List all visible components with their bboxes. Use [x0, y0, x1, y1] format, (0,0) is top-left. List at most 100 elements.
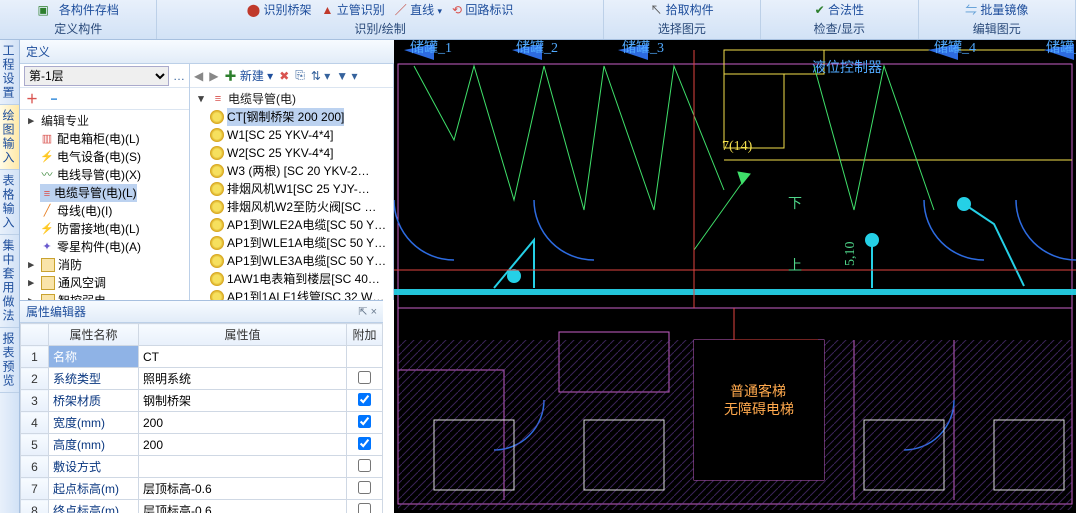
prop-idx: 2 [21, 368, 49, 390]
nav-fwd-icon[interactable]: ▶ [209, 69, 218, 83]
new-btn[interactable]: ✚ 新建 ▾ [224, 67, 273, 84]
prop-value[interactable]: 200 [139, 412, 347, 434]
mid-item[interactable]: 排烟风机W1[SC 25 YJY-… [210, 180, 391, 198]
prop-extra-checkbox[interactable] [358, 437, 371, 450]
vtab-report[interactable]: 报表预览 [0, 328, 19, 393]
prop-extra-checkbox[interactable] [358, 459, 371, 472]
prop-value[interactable]: 钢制桥架 [139, 390, 347, 412]
prop-idx: 4 [21, 412, 49, 434]
archive-label[interactable]: 各构件存档 [59, 1, 119, 18]
prop-name[interactable]: 终点标高(m) [49, 500, 139, 514]
delete-icon[interactable]: ✖ [279, 69, 289, 83]
prop-row[interactable]: 1名称CT [21, 346, 383, 368]
tree-folder[interactable]: ▸通风空调 [24, 274, 187, 292]
prop-extra[interactable] [347, 368, 383, 390]
tree-item[interactable]: ✦零星构件(电)(A) [40, 238, 187, 256]
vtab-draw[interactable]: 绘图输入 [0, 105, 19, 170]
prop-value[interactable]: 照明系统 [139, 368, 347, 390]
prop-extra[interactable] [347, 500, 383, 514]
identify-bridge-btn[interactable]: ⬤ 识别桥架 [247, 1, 312, 18]
prop-value[interactable]: 200 [139, 434, 347, 456]
prop-name[interactable]: 宽度(mm) [49, 412, 139, 434]
mid-item[interactable]: AP1到WLE3A电缆[SC 50 Y… [210, 252, 391, 270]
tree-folder[interactable]: ▸消防 [24, 256, 187, 274]
prop-name[interactable]: 起点标高(m) [49, 478, 139, 500]
mid-item[interactable]: 1AW1电表箱到楼层[SC 40… [210, 270, 391, 288]
prop-extra[interactable] [347, 346, 383, 368]
cad-viewport[interactable]: 储罐_1 储罐_2 储罐_3 储罐_4 储罐_ 液位控制器 7(14) 下 上 … [394, 40, 1076, 513]
sort-icon[interactable]: ⇅ ▾ [311, 69, 330, 83]
mid-item[interactable]: AP1到WLE2A电缆[SC 50 Y… [210, 216, 391, 234]
mid-item[interactable]: 排烟风机W2至防火阀[SC … [210, 198, 391, 216]
tree-expand-icon[interactable]: ＋ [24, 91, 40, 107]
vtab-apply[interactable]: 集中套用做法 [0, 235, 19, 328]
tree-item[interactable]: ⚡防雷接地(电)(L) [40, 220, 187, 238]
up-label: 上 [788, 258, 802, 274]
archive-icon[interactable]: ▣ [38, 3, 49, 17]
validity-btn[interactable]: ✔ 合法性 [815, 1, 864, 18]
mid-item[interactable]: W3 (两根) [SC 20 YKV-2… [210, 162, 391, 180]
copy-icon[interactable]: ⎘ [295, 68, 305, 83]
mid-item[interactable]: CT[钢制桥架 200 200] [210, 108, 391, 126]
prop-row[interactable]: 5高度(mm)200 [21, 434, 383, 456]
tree-item[interactable]: ≡电缆导管(电)(L) [40, 184, 187, 202]
tree-item[interactable]: ╱母线(电)(I) [40, 202, 187, 220]
prop-name[interactable]: 高度(mm) [49, 434, 139, 456]
left-tree[interactable]: ▸编辑专业 ▥配电箱柜(电)(L) ⚡电气设备(电)(S) 〰电线导管(电)(X… [20, 110, 189, 300]
line-btn[interactable]: ／ 直线 ▾ [395, 1, 442, 18]
col-extra: 附加 [347, 324, 383, 346]
floor-expand-icon[interactable]: … [173, 69, 185, 83]
tree-item[interactable]: 〰电线导管(电)(X) [40, 166, 187, 184]
prop-row[interactable]: 8终点标高(m)层顶标高-0.6 [21, 500, 383, 514]
prop-extra[interactable] [347, 412, 383, 434]
mid-item[interactable]: AP1到WLE1A电缆[SC 50 Y… [210, 234, 391, 252]
prop-row[interactable]: 6敷设方式 [21, 456, 383, 478]
tree-item[interactable]: ▥配电箱柜(电)(L) [40, 130, 187, 148]
prop-value[interactable] [139, 456, 347, 478]
prop-row[interactable]: 2系统类型照明系统 [21, 368, 383, 390]
prop-extra-checkbox[interactable] [358, 481, 371, 494]
floor-select[interactable]: 第-1层 [24, 66, 169, 86]
prop-extra-checkbox[interactable] [358, 393, 371, 406]
tree-collapse-icon[interactable]: − [46, 91, 62, 107]
prop-row[interactable]: 3桥架材质钢制桥架 [21, 390, 383, 412]
prop-extra-checkbox[interactable] [358, 371, 371, 384]
col-index [21, 324, 49, 346]
pick-btn[interactable]: ↖ 拾取构件 [650, 1, 713, 18]
vtab-table[interactable]: 表格输入 [0, 170, 19, 235]
prop-extra[interactable] [347, 456, 383, 478]
mid-item[interactable]: W1[SC 25 YKV-4*4] [210, 126, 391, 144]
mid-tree[interactable]: ▾≡电缆导管(电) CT[钢制桥架 200 200]W1[SC 25 YKV-4… [190, 88, 393, 300]
nav-back-icon[interactable]: ◀ [194, 69, 203, 83]
riser-identify-btn[interactable]: ▲ 立管识别 [322, 1, 385, 18]
prop-extra[interactable] [347, 434, 383, 456]
tree-item[interactable]: ⚡电气设备(电)(S) [40, 148, 187, 166]
vertical-tabs: 工程设置 绘图输入 表格输入 集中套用做法 报表预览 [0, 40, 20, 513]
prop-name[interactable]: 桥架材质 [49, 390, 139, 412]
prop-extra[interactable] [347, 390, 383, 412]
prop-extra-checkbox[interactable] [358, 503, 371, 514]
loop-mark-btn[interactable]: ⟲ 回路标识 [452, 1, 513, 18]
prop-row[interactable]: 4宽度(mm)200 [21, 412, 383, 434]
proped-pin-icon[interactable]: ⇱ × [358, 305, 377, 318]
prop-extra[interactable] [347, 478, 383, 500]
mid-item[interactable]: W2[SC 25 YKV-4*4] [210, 144, 391, 162]
tank-label-1: 储罐_1 [410, 40, 452, 56]
vtab-project[interactable]: 工程设置 [0, 40, 19, 105]
prop-name[interactable]: 名称 [49, 346, 139, 368]
prop-value[interactable]: 层顶标高-0.6 [139, 478, 347, 500]
property-grid[interactable]: 属性名称 属性值 附加 1名称CT2系统类型照明系统3桥架材质钢制桥架4宽度(m… [20, 323, 383, 513]
filter-icon[interactable]: ▼ ▾ [336, 69, 357, 83]
tree-root[interactable]: ▸编辑专业 [24, 112, 187, 130]
prop-name[interactable]: 敷设方式 [49, 456, 139, 478]
mid-item[interactable]: AP1到1ALF1线管[SC 32 W… [210, 288, 391, 300]
mirror-btn[interactable]: ⇋ 批量镜像 [965, 1, 1028, 18]
prop-name[interactable]: 系统类型 [49, 368, 139, 390]
mid-root[interactable]: ▾≡电缆导管(电) [194, 90, 391, 108]
prop-row[interactable]: 7起点标高(m)层顶标高-0.6 [21, 478, 383, 500]
prop-value[interactable]: CT [139, 346, 347, 368]
prop-value[interactable]: 层顶标高-0.6 [139, 500, 347, 514]
property-editor: 属性编辑器 ⇱ × 属性名称 属性值 附加 1名称CT2系统类型照明系统3桥架材… [20, 300, 383, 513]
prop-extra-checkbox[interactable] [358, 415, 371, 428]
tree-folder[interactable]: ▸智控弱电 [24, 292, 187, 300]
